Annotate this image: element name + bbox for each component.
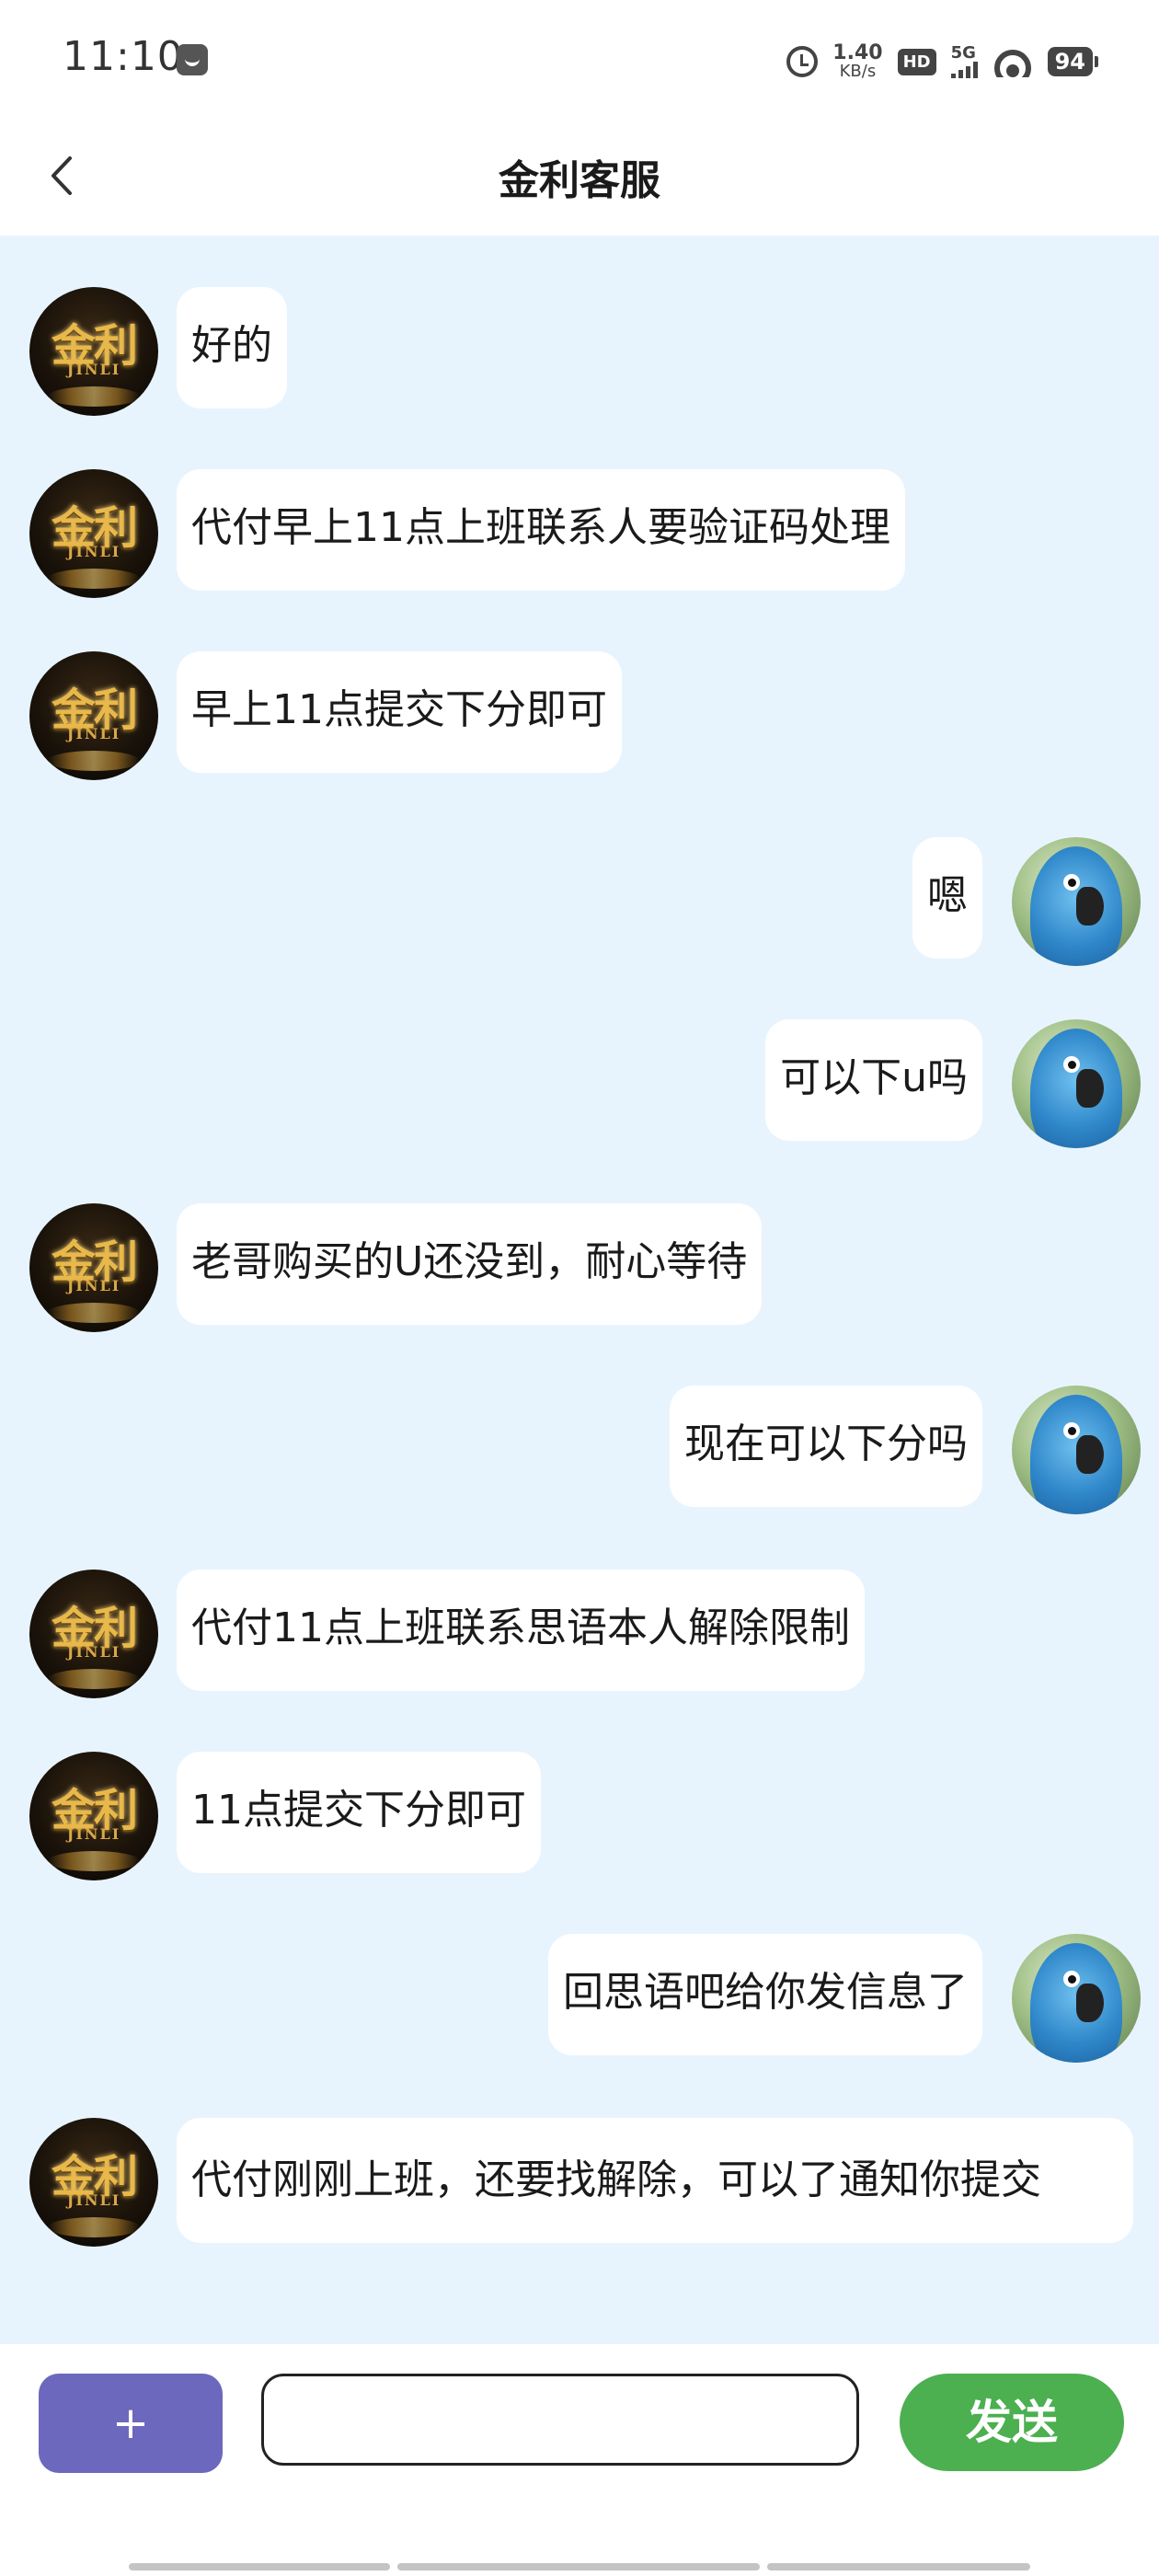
network-speed-unit: KB/s — [839, 62, 877, 81]
alarm-icon — [786, 46, 819, 77]
cellular-signal-icon: 5G — [950, 43, 978, 78]
status-time: 11:10 — [63, 33, 184, 80]
user-avatar[interactable] — [1012, 1386, 1141, 1514]
network-type-label: 5G — [950, 43, 976, 63]
message-bubble[interactable]: 早上11点提交下分即可 — [177, 651, 622, 773]
support-avatar[interactable]: 金利 JINLI — [29, 1752, 158, 1880]
chat-message-list[interactable]: 金利 JINLI 好的 金利 JINLI 代付早上11点上班联系人要验证码处理 金利 JINL… — [0, 236, 1159, 2344]
avatar-logo-subtext: JINLI — [66, 1825, 121, 1843]
message-bubble[interactable]: 代付早上11点上班联系人要验证码处理 — [177, 469, 905, 591]
message-bubble[interactable]: 代付11点上班联系思语本人解除限制 — [177, 1570, 865, 1691]
status-bar: 11:10 1.40 KB/s HD 5G 94 — [0, 0, 1159, 120]
user-avatar[interactable] — [1012, 837, 1141, 966]
attach-plus-button[interactable]: + — [39, 2374, 223, 2473]
battery-icon: 94 — [1047, 47, 1098, 76]
message-input-bar: + 发送 — [0, 2344, 1159, 2576]
user-avatar[interactable] — [1012, 1019, 1141, 1148]
support-avatar[interactable]: 金利 JINLI — [29, 1570, 158, 1698]
message-bubble[interactable]: 11点提交下分即可 — [177, 1752, 541, 1873]
network-speed: 1.40 KB/s — [832, 43, 882, 80]
wifi-icon — [993, 46, 1033, 77]
page-title: 金利客服 — [499, 157, 660, 204]
avatar-logo-subtext: JINLI — [66, 1643, 121, 1661]
network-speed-value: 1.40 — [832, 41, 883, 64]
status-icons: 1.40 KB/s HD 5G 94 — [786, 39, 1098, 85]
avatar-logo-subtext: JINLI — [66, 725, 121, 742]
support-avatar[interactable]: 金利 JINLI — [29, 651, 158, 780]
message-bubble[interactable]: 老哥购买的U还没到，耐心等待 — [177, 1203, 763, 1325]
navigation-gesture-bar — [129, 2563, 390, 2570]
avatar-logo-subtext: JINLI — [66, 1277, 121, 1294]
message-bubble[interactable]: 可以下u吗 — [765, 1019, 982, 1141]
message-bubble[interactable]: 回思语吧给你发信息了 — [548, 1934, 982, 2055]
message-bubble[interactable]: 嗯 — [912, 837, 982, 959]
chat-header: 金利客服 — [0, 120, 1159, 236]
message-bubble[interactable]: 好的 — [177, 287, 287, 408]
message-input[interactable] — [261, 2374, 859, 2466]
message-bubble[interactable]: 代付刚刚上班，还要找解除，可以了通知你提交 — [177, 2118, 1133, 2243]
avatar-logo-subtext: JINLI — [66, 2191, 121, 2209]
chat-notification-icon — [177, 44, 208, 75]
battery-level: 94 — [1047, 47, 1093, 76]
avatar-logo-subtext: JINLI — [66, 361, 121, 378]
hd-icon: HD — [897, 48, 936, 75]
message-bubble[interactable]: 现在可以下分吗 — [670, 1386, 982, 1507]
support-avatar[interactable]: 金利 JINLI — [29, 287, 158, 416]
avatar-logo-subtext: JINLI — [66, 543, 121, 560]
navigation-gesture-bar — [397, 2563, 760, 2570]
support-avatar[interactable]: 金利 JINLI — [29, 2118, 158, 2247]
send-button[interactable]: 发送 — [900, 2374, 1124, 2471]
user-avatar[interactable] — [1012, 1934, 1141, 2063]
support-avatar[interactable]: 金利 JINLI — [29, 1203, 158, 1332]
navigation-gesture-bar — [767, 2563, 1030, 2570]
support-avatar[interactable]: 金利 JINLI — [29, 469, 158, 598]
